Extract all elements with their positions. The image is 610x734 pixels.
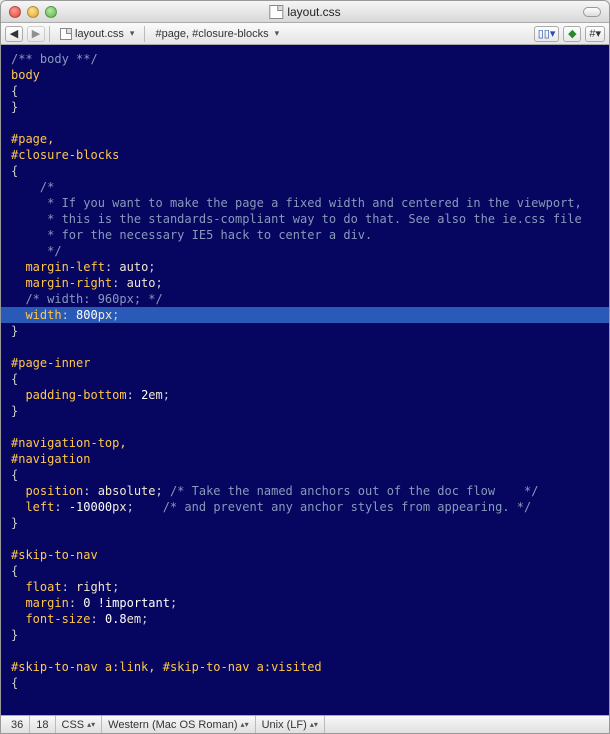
code-line[interactable]: { xyxy=(9,371,609,387)
code-line[interactable]: #page, xyxy=(9,131,609,147)
file-icon xyxy=(60,28,72,40)
chevron-down-icon: ▾ xyxy=(550,27,556,40)
code-line[interactable]: { xyxy=(9,467,609,483)
divider xyxy=(144,26,145,42)
book-icon: ▯▯ xyxy=(538,27,550,40)
status-line-endings[interactable]: Unix (LF)▴▾ xyxy=(256,716,325,733)
code-line[interactable] xyxy=(9,115,609,131)
code-line[interactable]: position: absolute; /* Take the named an… xyxy=(9,483,609,499)
file-crumb[interactable]: layout.css ▾ xyxy=(54,25,140,43)
code-line[interactable]: #navigation-top, xyxy=(9,435,609,451)
code-line[interactable]: /* xyxy=(9,179,609,195)
status-language[interactable]: CSS▴▾ xyxy=(56,716,103,733)
divider xyxy=(49,26,50,42)
bookmarks-button[interactable]: ▯▯▾ xyxy=(534,26,560,42)
editor-window: layout.css ◀ ▶ layout.css ▾ #page, #clos… xyxy=(0,0,610,734)
code-line[interactable]: margin-left: auto; xyxy=(9,259,609,275)
code-line[interactable]: * for the necessary IE5 hack to center a… xyxy=(9,227,609,243)
window-title: layout.css xyxy=(269,5,340,19)
code-line[interactable]: left: -10000px; /* and prevent any ancho… xyxy=(9,499,609,515)
minimize-icon[interactable] xyxy=(27,6,39,18)
run-button[interactable]: ◆ xyxy=(563,26,581,42)
code-line[interactable] xyxy=(9,339,609,355)
titlebar[interactable]: layout.css xyxy=(1,1,609,23)
code-line[interactable]: { xyxy=(9,163,609,179)
navigation-bar: ◀ ▶ layout.css ▾ #page, #closure-blocks … xyxy=(1,23,609,45)
file-icon xyxy=(269,5,283,19)
code-line[interactable]: { xyxy=(9,563,609,579)
updown-icon: ▴▾ xyxy=(241,721,249,729)
status-col[interactable]: 18 xyxy=(30,716,55,733)
code-line[interactable]: width: 800px; xyxy=(1,307,609,323)
code-line[interactable]: #page-inner xyxy=(9,355,609,371)
counterpart-button[interactable]: # ▾ xyxy=(585,26,605,42)
code-line[interactable]: } xyxy=(9,627,609,643)
code-line[interactable]: } xyxy=(9,99,609,115)
code-line[interactable] xyxy=(9,419,609,435)
code-editor[interactable]: /** body **/body{} #page,#closure-blocks… xyxy=(1,45,609,715)
code-line[interactable] xyxy=(9,531,609,547)
traffic-lights xyxy=(9,6,57,18)
code-line[interactable]: /** body **/ xyxy=(9,51,609,67)
code-line[interactable]: /* width: 960px; */ xyxy=(9,291,609,307)
code-line[interactable]: { xyxy=(9,675,609,691)
updown-icon: ▴▾ xyxy=(310,721,318,729)
code-line[interactable]: } xyxy=(9,323,609,339)
play-icon: ◆ xyxy=(568,27,576,40)
code-line[interactable]: #skip-to-nav xyxy=(9,547,609,563)
close-icon[interactable] xyxy=(9,6,21,18)
forward-button[interactable]: ▶ xyxy=(27,26,45,42)
code-line[interactable]: } xyxy=(9,403,609,419)
zoom-icon[interactable] xyxy=(45,6,57,18)
status-bar: 36 18 CSS▴▾ Western (Mac OS Roman)▴▾ Uni… xyxy=(1,715,609,733)
status-line[interactable]: 36 xyxy=(5,716,30,733)
code-line[interactable]: margin-right: auto; xyxy=(9,275,609,291)
window-title-text: layout.css xyxy=(287,5,340,19)
code-line[interactable]: font-size: 0.8em; xyxy=(9,611,609,627)
code-line[interactable]: #navigation xyxy=(9,451,609,467)
back-button[interactable]: ◀ xyxy=(5,26,23,42)
code-line[interactable]: margin: 0 !important; xyxy=(9,595,609,611)
chevron-down-icon: ▾ xyxy=(130,28,135,39)
toolbar-toggle-icon[interactable] xyxy=(583,7,601,17)
code-line[interactable]: */ xyxy=(9,243,609,259)
code-line[interactable]: padding-bottom: 2em; xyxy=(9,387,609,403)
chevron-down-icon: ▾ xyxy=(595,27,601,40)
status-encoding[interactable]: Western (Mac OS Roman)▴▾ xyxy=(102,716,255,733)
code-line[interactable]: #closure-blocks xyxy=(9,147,609,163)
code-line[interactable]: #skip-to-nav a:link, #skip-to-nav a:visi… xyxy=(9,659,609,675)
code-line[interactable]: { xyxy=(9,83,609,99)
symbol-crumb[interactable]: #page, #closure-blocks ▾ xyxy=(149,25,285,43)
code-line[interactable] xyxy=(9,643,609,659)
code-line[interactable]: * If you want to make the page a fixed w… xyxy=(9,195,609,211)
chevron-down-icon: ▾ xyxy=(275,28,280,39)
code-line[interactable]: } xyxy=(9,515,609,531)
symbol-crumb-label: #page, #closure-blocks xyxy=(155,28,268,40)
code-line[interactable]: * this is the standards-compliant way to… xyxy=(9,211,609,227)
code-line[interactable]: float: right; xyxy=(9,579,609,595)
file-crumb-label: layout.css xyxy=(75,28,124,40)
code-line[interactable]: body xyxy=(9,67,609,83)
updown-icon: ▴▾ xyxy=(87,721,95,729)
